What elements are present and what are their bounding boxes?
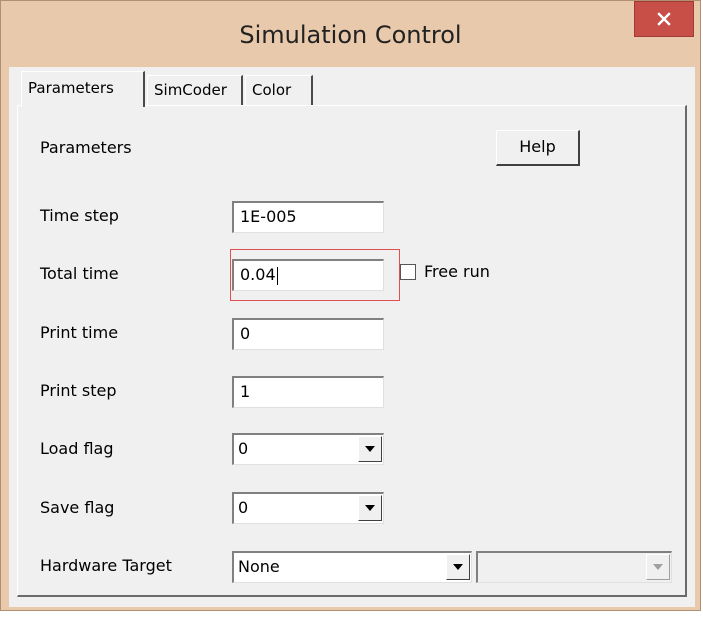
hardware-target-dropdown[interactable]: None: [232, 551, 472, 583]
total-time-value: 0.04: [240, 265, 276, 284]
hardware-target-dropdown-button[interactable]: [446, 554, 470, 580]
tab-color[interactable]: Color: [245, 75, 313, 105]
save-flag-value: 0: [238, 498, 249, 517]
hardware-target-value: None: [238, 557, 280, 576]
parameters-panel: Parameters Help Time step 1E-005 Total t…: [17, 105, 687, 597]
save-flag-dropdown-button[interactable]: [358, 495, 382, 521]
load-flag-value: 0: [238, 439, 249, 458]
load-flag-label: Load flag: [40, 439, 114, 458]
tab-simcoder[interactable]: SimCoder: [147, 75, 243, 105]
title-bar[interactable]: Simulation Control: [1, 1, 700, 67]
chevron-down-icon: [653, 564, 663, 570]
panel-heading: Parameters: [40, 138, 132, 157]
free-run-checkbox[interactable]: [400, 264, 416, 280]
hardware-target-secondary-dropdown-button[interactable]: [646, 554, 670, 580]
save-flag-dropdown[interactable]: 0: [232, 492, 384, 524]
time-step-label: Time step: [40, 206, 119, 225]
total-time-field[interactable]: 0.04: [232, 259, 384, 291]
free-run-label: Free run: [424, 262, 490, 281]
dialog-client-area: Parameters SimCoder Color Parameters Hel…: [9, 67, 695, 607]
chevron-down-icon: [365, 446, 375, 452]
text-caret: [276, 266, 278, 285]
print-time-field[interactable]: 0: [232, 318, 384, 350]
save-flag-label: Save flag: [40, 498, 115, 517]
simulation-control-dialog: Simulation Control Parameters SimCoder C…: [0, 0, 701, 611]
chevron-down-icon: [365, 505, 375, 511]
total-time-label: Total time: [40, 264, 119, 283]
print-step-field[interactable]: 1: [232, 376, 384, 408]
print-time-label: Print time: [40, 323, 119, 342]
print-step-label: Print step: [40, 381, 117, 400]
hardware-target-secondary-dropdown[interactable]: [476, 551, 672, 583]
tab-parameters[interactable]: Parameters: [21, 71, 145, 107]
hardware-target-label: Hardware Target: [40, 556, 172, 575]
close-icon: [657, 12, 671, 26]
help-button[interactable]: Help: [496, 130, 580, 166]
time-step-field[interactable]: 1E-005: [232, 201, 384, 233]
chevron-down-icon: [453, 564, 463, 570]
load-flag-dropdown[interactable]: 0: [232, 433, 384, 465]
window-title: Simulation Control: [239, 21, 462, 49]
load-flag-dropdown-button[interactable]: [358, 436, 382, 462]
close-button[interactable]: [634, 1, 694, 37]
